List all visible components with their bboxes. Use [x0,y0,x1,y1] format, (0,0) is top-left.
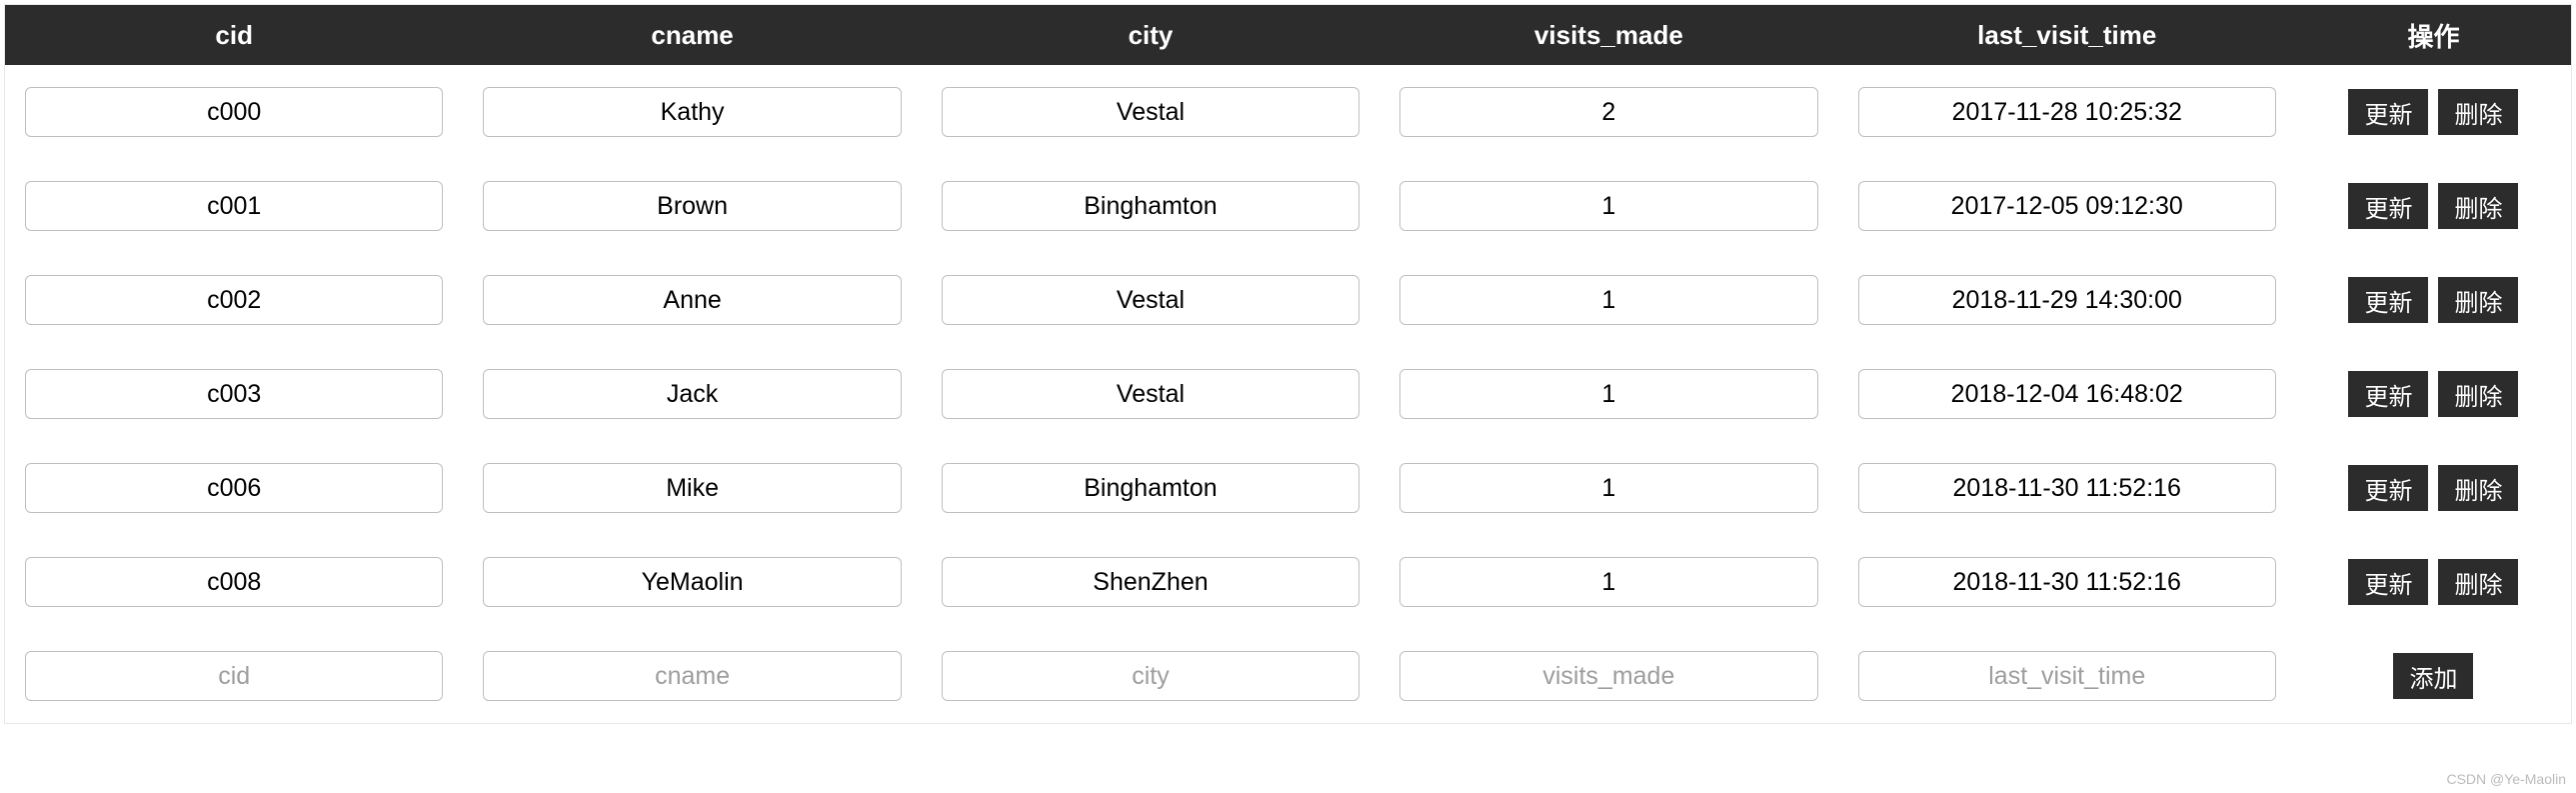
cell-input-visits_made[interactable] [1399,369,1817,419]
update-button[interactable]: 更新 [2348,277,2428,323]
add-input-cname[interactable] [483,651,901,701]
table-row: 更新删除 [5,65,2571,159]
col-header-city: city [922,20,1379,51]
col-header-cid: cid [5,20,463,51]
cell-input-city[interactable] [942,181,1359,231]
delete-button[interactable]: 删除 [2438,183,2518,229]
add-row: 添加 [5,629,2571,723]
update-button[interactable]: 更新 [2348,559,2428,605]
table-row: 更新删除 [5,441,2571,535]
col-header-visits-made: visits_made [1379,20,1837,51]
delete-button[interactable]: 删除 [2438,89,2518,135]
col-header-actions: 操作 [2296,17,2571,54]
update-button[interactable]: 更新 [2348,371,2428,417]
add-input-cid[interactable] [25,651,443,701]
cell-input-city[interactable] [942,463,1359,513]
cell-input-city[interactable] [942,369,1359,419]
data-table: cid cname city visits_made last_visit_ti… [4,4,2572,724]
update-button[interactable]: 更新 [2348,465,2428,511]
delete-button[interactable]: 删除 [2438,277,2518,323]
cell-input-cname[interactable] [483,87,901,137]
cell-input-cname[interactable] [483,369,901,419]
cell-input-visits_made[interactable] [1399,87,1817,137]
cell-input-last_visit_time[interactable] [1858,369,2276,419]
delete-button[interactable]: 删除 [2438,465,2518,511]
update-button[interactable]: 更新 [2348,183,2428,229]
table-row: 更新删除 [5,159,2571,253]
cell-input-visits_made[interactable] [1399,557,1817,607]
cell-input-last_visit_time[interactable] [1858,275,2276,325]
cell-input-city[interactable] [942,275,1359,325]
cell-input-cname[interactable] [483,557,901,607]
cell-input-cid[interactable] [25,275,443,325]
cell-input-last_visit_time[interactable] [1858,181,2276,231]
cell-input-cname[interactable] [483,463,901,513]
delete-button[interactable]: 删除 [2438,371,2518,417]
delete-button[interactable]: 删除 [2438,559,2518,605]
update-button[interactable]: 更新 [2348,89,2428,135]
cell-input-last_visit_time[interactable] [1858,87,2276,137]
cell-input-cid[interactable] [25,463,443,513]
cell-input-visits_made[interactable] [1399,181,1817,231]
add-input-visits-made[interactable] [1399,651,1817,701]
table-row: 更新删除 [5,347,2571,441]
cell-input-last_visit_time[interactable] [1858,463,2276,513]
add-input-city[interactable] [942,651,1359,701]
table-header-row: cid cname city visits_made last_visit_ti… [5,5,2571,65]
cell-input-visits_made[interactable] [1399,463,1817,513]
table-row: 更新删除 [5,535,2571,629]
col-header-cname: cname [463,20,921,51]
table-row: 更新删除 [5,253,2571,347]
cell-input-cname[interactable] [483,181,901,231]
col-header-last-visit-time: last_visit_time [1838,20,2296,51]
cell-input-city[interactable] [942,87,1359,137]
cell-input-cid[interactable] [25,87,443,137]
cell-input-city[interactable] [942,557,1359,607]
cell-input-visits_made[interactable] [1399,275,1817,325]
add-input-last-visit-time[interactable] [1858,651,2276,701]
add-button[interactable]: 添加 [2393,653,2473,699]
watermark: CSDN @Ye-Maolin [2446,771,2566,787]
cell-input-cname[interactable] [483,275,901,325]
cell-input-cid[interactable] [25,369,443,419]
cell-input-cid[interactable] [25,557,443,607]
cell-input-last_visit_time[interactable] [1858,557,2276,607]
cell-input-cid[interactable] [25,181,443,231]
